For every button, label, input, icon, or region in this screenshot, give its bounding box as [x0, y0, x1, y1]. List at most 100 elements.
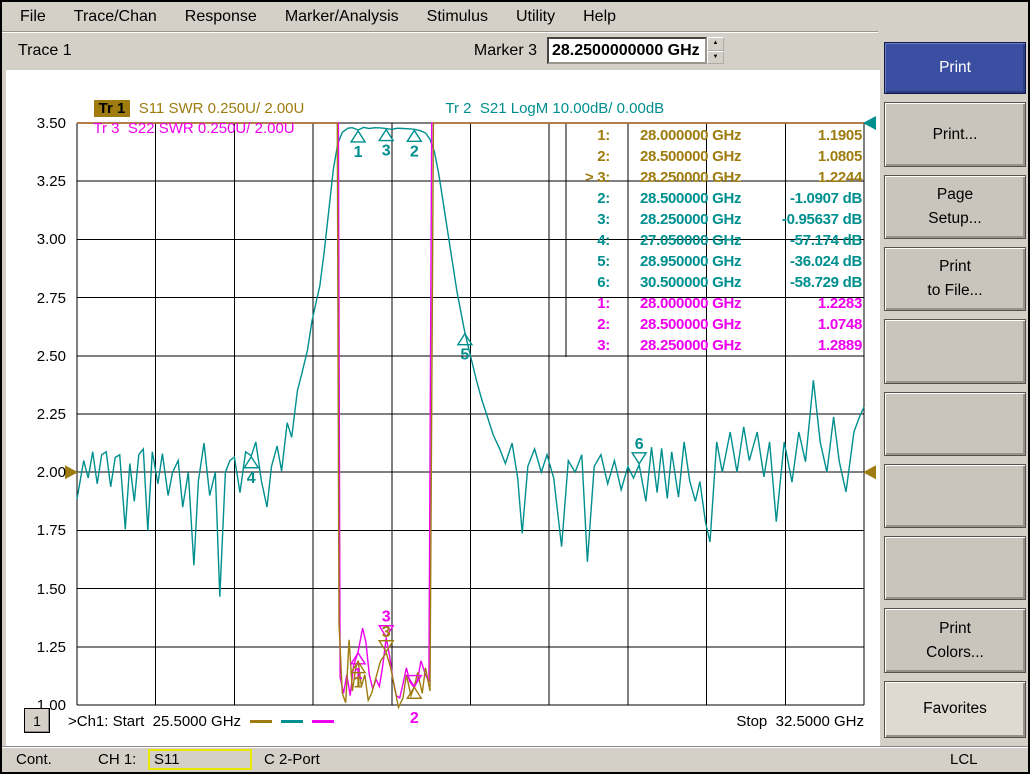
active-measurement-box: S11: [148, 749, 252, 770]
y-axis-tick-label: 2.25: [2, 406, 66, 423]
marker-readout-val: 1.1905: [744, 127, 862, 144]
marker-readout-row: 2:28.500000 GHz1.0748: [564, 314, 862, 335]
menu-item-trace-chan[interactable]: Trace/Chan: [60, 4, 171, 30]
trace2-color-key: [281, 720, 303, 723]
softkey-label: Colors...: [926, 641, 984, 665]
marker-readout-val: 1.0748: [744, 316, 862, 333]
y-axis-tick-label: 1.50: [2, 581, 66, 598]
marker-5-label: 5: [460, 347, 469, 364]
marker-readout-val: -1.0907 dB: [744, 190, 862, 207]
softkey-label: to File...: [927, 279, 982, 303]
softkey-print[interactable]: Print: [884, 42, 1026, 94]
softkey-print-to-file-[interactable]: Printto File...: [884, 247, 1026, 311]
toolbar: Trace 1 Marker 3 ▲ ▼: [2, 33, 880, 70]
trace1-color-key: [250, 720, 272, 723]
marker-1-label: 1: [354, 675, 363, 692]
softkey-panel: PrintPrint...PageSetup...Printto File...…: [882, 38, 1030, 746]
legend-gap: [472, 100, 480, 117]
softkey-page-setup-[interactable]: PageSetup...: [884, 175, 1026, 239]
stepper-up-button[interactable]: ▲: [707, 37, 724, 51]
marker-readout-freq: 28.250000 GHz: [610, 169, 744, 186]
marker-readout-num: 2:: [564, 148, 610, 165]
marker-frequency-stepper: ▲ ▼: [707, 37, 724, 64]
legend-trace3[interactable]: Tr 3 S22 SWR 0.250U/ 2.00U: [77, 103, 295, 154]
marker-readout-freq: 28.000000 GHz: [610, 127, 744, 144]
menu-item-help[interactable]: Help: [569, 4, 630, 30]
marker-readout-num: 5:: [564, 253, 610, 270]
softkey-label: Favorites: [923, 697, 987, 721]
marker-readout-num: 2:: [564, 190, 610, 207]
softkey-label: Print: [939, 617, 971, 641]
marker-4-triangle: [244, 457, 258, 468]
menu-item-file[interactable]: File: [6, 4, 60, 30]
marker-readout-val: 1.2889: [744, 337, 862, 354]
softkey-blank-4[interactable]: [884, 319, 1026, 383]
channel-number-box: 1: [24, 708, 50, 733]
marker-readout-val: -57.174 dB: [744, 232, 862, 249]
stimulus-row: >Ch1: Start 25.5000 GHz: [68, 713, 334, 730]
start-frequency-label: >Ch1: Start 25.5000 GHz: [68, 713, 241, 730]
trace2-format-text: S21 LogM 10.00dB/ 0.00dB: [480, 100, 664, 117]
trace3-color-key: [312, 720, 334, 723]
menu-item-marker-analysis[interactable]: Marker/Analysis: [271, 4, 413, 30]
y-axis-tick-label: 2.00: [2, 464, 66, 481]
calibration-status: C 2-Port: [264, 751, 320, 768]
marker-readout-num: 4:: [564, 232, 610, 249]
softkey-print-colors-[interactable]: PrintColors...: [884, 608, 1026, 672]
y-axis-tick-label: 2.50: [2, 348, 66, 365]
softkey-blank-5[interactable]: [884, 392, 1026, 456]
softkey-label: Print...: [933, 123, 978, 147]
marker-readout-row: 2:28.500000 GHz1.0805: [564, 146, 862, 167]
marker-readout-row: > 3:28.250000 GHz1.2244: [564, 167, 862, 188]
marker-readout-val: -36.024 dB: [744, 253, 862, 270]
marker-readout-val: 1.2244: [744, 169, 862, 186]
legend-gap: [120, 120, 128, 137]
marker-3-label: 3: [382, 143, 391, 160]
marker-readout-val: -58.729 dB: [744, 274, 862, 291]
marker-1-label: 1: [354, 144, 363, 161]
menu-item-response[interactable]: Response: [171, 4, 271, 30]
marker-frequency-input[interactable]: [547, 37, 707, 64]
softkey-blank-7[interactable]: [884, 536, 1026, 600]
softkey-label: Setup...: [928, 207, 981, 231]
marker-readout-freq: 28.000000 GHz: [610, 295, 744, 312]
marker-readout-freq: 28.500000 GHz: [610, 148, 744, 165]
menu-item-utility[interactable]: Utility: [502, 4, 569, 30]
marker-readout-val: -0.95637 dB: [744, 211, 862, 228]
trace2-id[interactable]: Tr 2: [445, 100, 471, 117]
trace3-id[interactable]: Tr 3: [93, 120, 119, 137]
marker-readout-row: 3:28.250000 GHz1.2889: [564, 335, 862, 356]
marker-readout-row: 1:28.000000 GHz1.1905: [564, 125, 862, 146]
marker-3-triangle: [379, 130, 393, 141]
acquisition-status: Cont.: [16, 751, 52, 768]
stop-frequency-label: Stop 32.5000 GHz: [692, 713, 864, 730]
stepper-down-button[interactable]: ▼: [707, 51, 724, 65]
marker-readout-freq: 28.500000 GHz: [610, 316, 744, 333]
marker-4-label: 4: [247, 470, 256, 487]
marker-readout-num: 2:: [564, 316, 610, 333]
marker-readout-row: 6:30.500000 GHz-58.729 dB: [564, 272, 862, 293]
marker-readout-freq: 28.500000 GHz: [610, 190, 744, 207]
marker-readout-freq: 28.250000 GHz: [610, 211, 744, 228]
softkey-blank-6[interactable]: [884, 464, 1026, 528]
y-axis-tick-label: 3.25: [2, 173, 66, 190]
softkey-print-[interactable]: Print...: [884, 102, 1026, 166]
marker-readout-row: 1:28.000000 GHz1.2283: [564, 293, 862, 314]
trace-title: Trace 1: [18, 42, 72, 60]
y-axis-tick-label: 1.75: [2, 522, 66, 539]
status-bar: Cont. CH 1: S11 C 2-Port LCL: [2, 746, 1028, 772]
marker-label: Marker 3: [474, 42, 537, 60]
marker-1-triangle: [351, 131, 365, 142]
marker-readout-num: 6:: [564, 274, 610, 291]
tr2-reference-pointer-right: [863, 116, 876, 130]
marker-readout-row: 4:27.050000 GHz-57.174 dB: [564, 230, 862, 251]
marker-readout-num: 1:: [564, 295, 610, 312]
marker-readout-num: 1:: [564, 127, 610, 144]
tr1-reference-pointer-left: [65, 465, 78, 479]
softkey-favorites[interactable]: Favorites: [884, 681, 1026, 738]
menu-item-stimulus[interactable]: Stimulus: [413, 4, 502, 30]
marker-2-label: 2: [410, 143, 419, 160]
marker-readout-row: 3:28.250000 GHz-0.95637 dB: [564, 209, 862, 230]
y-axis-tick-label: 3.50: [2, 115, 66, 132]
softkey-label: Print: [939, 255, 971, 279]
